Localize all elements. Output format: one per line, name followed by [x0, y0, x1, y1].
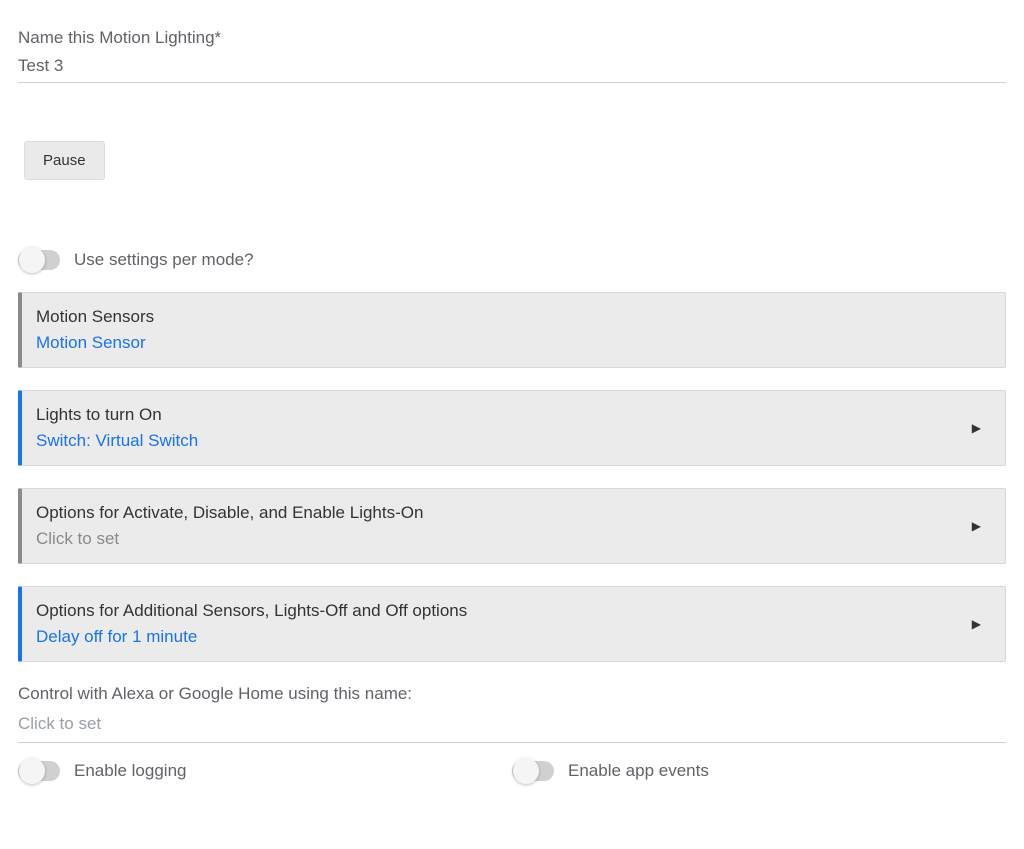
panel-subtitle: Delay off for 1 minute [36, 627, 467, 647]
panel-body: Options for Activate, Disable, and Enabl… [36, 503, 423, 549]
chevron-right-icon: ▶ [972, 617, 981, 631]
app-events-label: Enable app events [568, 761, 709, 781]
panel-options-activate[interactable]: Options for Activate, Disable, and Enabl… [18, 488, 1006, 564]
control-with-label: Control with Alexa or Google Home using … [18, 684, 1006, 704]
logging-label: Enable logging [74, 761, 186, 781]
name-input[interactable] [18, 54, 1006, 83]
name-field: Name this Motion Lighting* [18, 28, 1006, 83]
app-events-toggle-row: Enable app events [512, 761, 1006, 781]
control-with-input[interactable] [18, 712, 1006, 743]
panel-options-off[interactable]: Options for Additional Sensors, Lights-O… [18, 586, 1006, 662]
panel-title: Lights to turn On [36, 405, 198, 425]
panel-title: Options for Additional Sensors, Lights-O… [36, 601, 467, 621]
panel-subtitle: Motion Sensor [36, 333, 154, 353]
panel-subtitle: Click to set [36, 529, 423, 549]
logging-toggle-row: Enable logging [18, 761, 512, 781]
per-mode-toggle[interactable] [18, 250, 60, 270]
panel-body: Lights to turn On Switch: Virtual Switch [36, 405, 198, 451]
panel-motion-sensors[interactable]: Motion Sensors Motion Sensor [18, 292, 1006, 368]
panel-body: Motion Sensors Motion Sensor [36, 307, 154, 353]
name-label: Name this Motion Lighting* [18, 28, 1006, 48]
chevron-right-icon: ▶ [972, 519, 981, 533]
per-mode-toggle-row: Use settings per mode? [18, 250, 1006, 270]
control-with-section: Control with Alexa or Google Home using … [18, 684, 1006, 743]
panel-body: Options for Additional Sensors, Lights-O… [36, 601, 467, 647]
panel-subtitle: Switch: Virtual Switch [36, 431, 198, 451]
panel-title: Motion Sensors [36, 307, 154, 327]
per-mode-label: Use settings per mode? [74, 250, 254, 270]
pause-button[interactable]: Pause [24, 141, 105, 180]
panel-lights-on[interactable]: Lights to turn On Switch: Virtual Switch… [18, 390, 1006, 466]
panel-title: Options for Activate, Disable, and Enabl… [36, 503, 423, 523]
app-events-toggle[interactable] [512, 761, 554, 781]
logging-toggle[interactable] [18, 761, 60, 781]
bottom-toggles-row: Enable logging Enable app events [18, 761, 1006, 781]
chevron-right-icon: ▶ [972, 421, 981, 435]
